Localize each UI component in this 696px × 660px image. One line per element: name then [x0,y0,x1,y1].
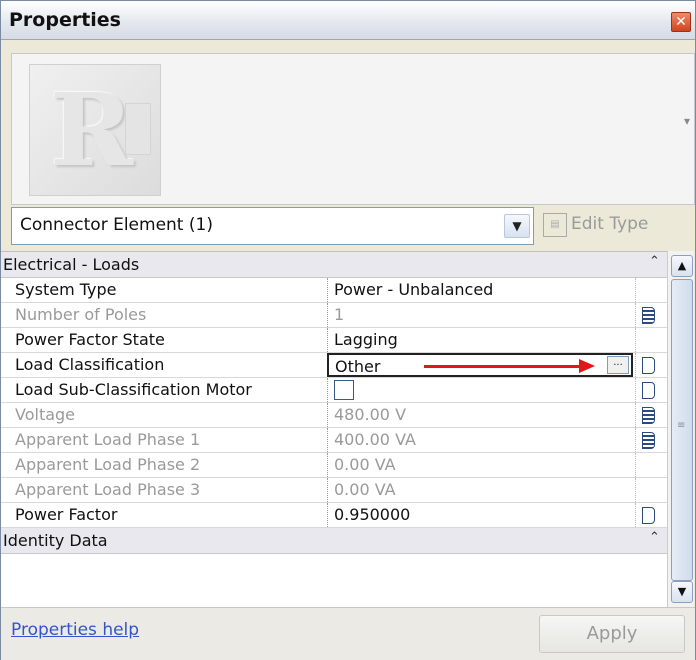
preview-dropdown-icon[interactable]: ▾ [684,114,690,128]
property-row: Voltage 480.00 V [1,403,667,428]
property-row: Number of Poles 1 [1,303,667,328]
edit-type-icon: ▤ [543,213,567,237]
associate-parameter-icon[interactable] [642,382,655,399]
panel-title: Properties [9,9,121,31]
edit-type-label: Edit Type [571,214,649,234]
property-name: Load Sub-Classification Motor [15,380,252,399]
property-value: 1 [334,305,345,324]
property-name: Power Factor State [15,330,165,349]
associate-parameter-icon[interactable] [642,432,655,449]
category-electrical-loads[interactable]: Electrical - Loads ⌃ [1,252,667,278]
property-value[interactable]: Lagging [334,330,398,349]
category-identity-data[interactable]: Identity Data ⌃ [1,528,667,554]
load-classification-field[interactable]: Other ... [327,353,633,377]
title-bar: Properties ✕ [1,1,695,40]
associate-parameter-icon[interactable] [642,507,655,524]
collapse-icon[interactable]: ⌃ [649,530,660,545]
chevron-down-icon[interactable]: ▼ [504,214,530,238]
associate-parameter-icon[interactable] [642,357,655,374]
property-name: Number of Poles [15,305,147,324]
type-preview: R ▾ [11,53,695,205]
associate-parameter-icon[interactable] [642,307,655,324]
annotation-arrowhead [579,359,595,373]
property-value: 400.00 VA [334,430,416,449]
type-selector-value: Connector Element (1) [20,215,213,235]
type-selector[interactable]: Connector Element (1) ▼ [11,207,534,245]
revit-logo: R [29,64,161,196]
property-value[interactable]: Other [335,357,380,376]
properties-grid: Electrical - Loads ⌃ System Type Power -… [1,251,667,608]
property-value[interactable]: 0.950000 [334,505,410,524]
property-row: Apparent Load Phase 2 0.00 VA [1,453,667,478]
properties-panel: Properties ✕ R ▾ Connector Element (1) ▼… [0,0,696,660]
property-row: Apparent Load Phase 3 0.00 VA [1,478,667,503]
scroll-thumb[interactable]: ≡ [671,279,693,581]
property-value[interactable]: Power - Unbalanced [334,280,493,299]
vertical-scrollbar[interactable]: ▲ ≡ ▼ [667,251,694,607]
property-name: System Type [15,280,117,299]
panel-footer: Properties help Apply [1,607,695,660]
property-name: Apparent Load Phase 2 [15,455,201,474]
grip-icon: ≡ [677,420,686,431]
scroll-up-icon[interactable]: ▲ [671,255,693,277]
apply-button[interactable]: Apply [539,615,685,653]
motor-checkbox[interactable] [334,380,354,400]
property-row[interactable]: Power Factor State Lagging [1,328,667,353]
property-row[interactable]: Load Sub-Classification Motor [1,378,667,403]
property-name: Voltage [15,405,76,424]
collapse-icon[interactable]: ⌃ [649,254,660,269]
properties-help-link[interactable]: Properties help [11,620,139,640]
property-value: 480.00 V [334,405,407,424]
property-name: Apparent Load Phase 3 [15,480,201,499]
property-row: Apparent Load Phase 1 400.00 VA [1,428,667,453]
property-name: Power Factor [15,505,118,524]
annotation-arrow [424,365,584,368]
property-row[interactable]: System Type Power - Unbalanced [1,278,667,303]
property-value: 0.00 VA [334,480,396,499]
category-label: Identity Data [3,531,108,550]
property-row[interactable]: Load Classification Other ... [1,353,667,378]
scroll-down-icon[interactable]: ▼ [671,581,693,603]
browse-button[interactable]: ... [607,356,629,374]
property-value: 0.00 VA [334,455,396,474]
property-name: Load Classification [15,355,165,374]
close-icon[interactable]: ✕ [671,12,691,32]
associate-parameter-icon[interactable] [642,407,655,424]
category-label: Electrical - Loads [3,255,140,274]
property-row[interactable]: Power Factor 0.950000 [1,503,667,528]
property-name: Apparent Load Phase 1 [15,430,201,449]
edit-type-button[interactable]: ▤ Edit Type [541,212,689,238]
